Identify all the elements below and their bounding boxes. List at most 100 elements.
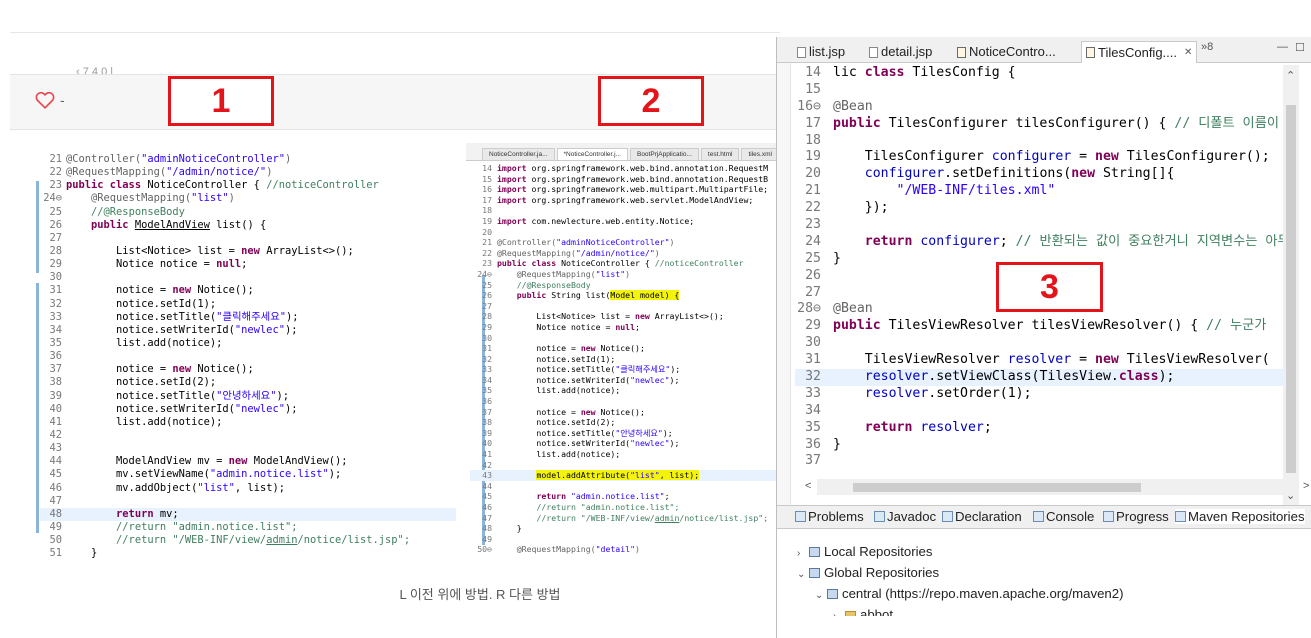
minimize-icon[interactable]: — (1277, 41, 1288, 53)
editor-horizontal-scrollbar[interactable]: < > (805, 479, 1309, 495)
code-text: @RequestMapping("/admin/notice/") (497, 247, 660, 258)
line-number: 35 (49, 336, 62, 349)
line-number: 50⊖ (477, 544, 492, 555)
eclipse-window: list.jsp detail.jsp NoticeContro... TilesCo… (776, 37, 1311, 638)
view-tab[interactable]: Console (1033, 509, 1094, 524)
line-number: 21 (805, 183, 821, 199)
code-text: List<Notice> list = new ArrayList<>(); (497, 311, 724, 322)
left-code-line: 49 //return "admin.notice.list"; (40, 521, 456, 534)
line-number: 30 (482, 332, 492, 343)
editor-tab[interactable]: list.jsp (797, 41, 845, 63)
middle-code-line: 18 (470, 205, 776, 216)
scroll-up-arrow-icon[interactable]: ⌃ (1286, 69, 1295, 82)
editor-tab[interactable]: TilesConfig.... ✕ (1081, 41, 1198, 64)
code-text: //return "admin.notice.list"; (536, 502, 680, 512)
progress-icon (1103, 511, 1114, 522)
editor-code-line: 15 (795, 82, 1283, 99)
middle-code-line: 26 public String list(Model model) { (470, 290, 776, 301)
scroll-thumb[interactable] (1286, 105, 1296, 473)
code-text: List<Notice> list = new ArrayList<>(); (66, 244, 354, 257)
middle-code-line: 36 (470, 396, 776, 407)
code-text: //@ResponseBody (91, 205, 185, 218)
tree-item-local[interactable]: › Local Repositories (777, 541, 1311, 562)
line-number: 51 (49, 547, 62, 560)
scroll-thumb[interactable] (853, 483, 1141, 492)
view-tab[interactable]: Problems (795, 509, 864, 524)
code-text: notice = new Notice(); (66, 284, 254, 297)
tab-overflow-button[interactable]: »8 (1201, 41, 1213, 53)
line-number: 38 (49, 376, 62, 389)
collapse-arrow-icon[interactable]: ⌄ (815, 585, 827, 606)
maximize-icon[interactable]: ☐ (1295, 41, 1305, 54)
line-number: 46 (482, 502, 492, 512)
line-number: 30 (805, 335, 821, 351)
middle-code-line: 32 notice.setId(1); (470, 354, 776, 365)
middle-code-line: 31 notice = new Notice(); (470, 343, 776, 354)
tree-item-central[interactable]: ⌄ central (https://repo.maven.apache.org/… (777, 583, 1311, 604)
scroll-right-arrow-icon[interactable]: > (1303, 480, 1309, 492)
code-text: notice.setId(2); (497, 417, 616, 428)
middle-code-line: 29 Notice notice = null; (470, 322, 776, 333)
editor-vertical-scrollbar[interactable]: ⌃ ⌄ (1283, 65, 1299, 513)
code-text: //@ResponseBody (516, 279, 591, 290)
left-code-line: 45 mv.setViewName("admin.notice.list"); (40, 468, 456, 481)
middle-code-line: 41 list.add(notice); (470, 449, 776, 460)
scroll-down-arrow-icon[interactable]: ⌄ (1286, 489, 1295, 502)
tree-item-abbot[interactable]: › abbot (777, 604, 1311, 616)
line-number: 27 (805, 284, 821, 300)
code-text: notice.setWriterId("newlec"); (497, 438, 680, 449)
like-count: - (60, 92, 65, 108)
code-text: @Controller("adminNoticeController") (66, 153, 292, 165)
editor-tab-bar: list.jsp detail.jsp NoticeContro... TilesCo… (777, 37, 1311, 63)
view-tab[interactable]: Progress (1103, 509, 1169, 524)
scroll-left-arrow-icon[interactable]: < (805, 480, 811, 492)
view-tab[interactable]: Javadoc (874, 509, 936, 524)
line-number: 41 (49, 415, 62, 428)
code-text: configurer.setDefinitions(new String[]{ (864, 166, 1175, 182)
left-code-line: 29 Notice notice = null; (40, 258, 456, 271)
editor-tab[interactable]: detail.jsp (869, 41, 932, 63)
line-number: 43 (482, 470, 492, 481)
close-icon[interactable]: ✕ (1184, 42, 1192, 64)
view-tab-label: Javadoc (887, 509, 937, 524)
line-number: 33 (482, 364, 492, 375)
editor-tab[interactable]: NoticeContro... (957, 41, 1056, 63)
left-code-line: 22 @RequestMapping("/admin/notice/") (40, 166, 456, 179)
middle-code-line: 17 import org.springframework.web.servlet… (470, 195, 776, 206)
code-text: TilesConfigurer configurer = new TilesCo… (833, 149, 1270, 165)
code-text: //return "/WEB-INF/view/admin/notice/lis… (536, 512, 769, 523)
line-number: 37 (49, 363, 62, 376)
line-number: 15 (482, 173, 492, 184)
line-number: 22 (482, 247, 492, 258)
line-number: 29 (482, 321, 492, 332)
editor-code-line: 16⊖ @Bean (795, 99, 1283, 116)
left-code-line: 40 notice.setWriterId("newlec"); (40, 403, 456, 416)
code-text: return "admin.notice.list"; (536, 491, 670, 502)
middle-code-line: 50⊖ @RequestMapping("detail") (470, 544, 776, 555)
heart-icon[interactable] (34, 89, 56, 111)
code-text: return resolver; (864, 419, 992, 435)
line-number: 39 (49, 389, 62, 402)
expand-arrow-icon[interactable]: › (797, 543, 809, 564)
code-text: notice.setTitle("클릭해주세요"); (66, 310, 299, 323)
tree-item-label: Local Repositories (824, 544, 933, 559)
code-text: public String list(Model model) { (516, 290, 680, 301)
line-number: 24⊖ (477, 268, 492, 279)
editor-tab-label: NoticeContro... (969, 44, 1056, 59)
view-tab[interactable]: Maven Repositories (1175, 509, 1305, 524)
code-text: list.add(notice); (497, 385, 621, 396)
editor-code-line: 23 (795, 217, 1283, 234)
jsp-file-icon (797, 46, 806, 58)
collapse-arrow-icon[interactable]: ⌄ (797, 564, 809, 585)
middle-code-line: 45 return "admin.notice.list"; (470, 491, 776, 502)
line-number: 18 (482, 205, 492, 216)
tree-item-global[interactable]: ⌄ Global Repositories (777, 562, 1311, 583)
expand-arrow-icon[interactable]: › (833, 606, 845, 616)
code-text: @RequestMapping("detail") (516, 544, 640, 555)
maven-icon (1175, 511, 1186, 522)
line-number: 27 (482, 300, 492, 311)
editor-code-line: 20 configurer.setDefinitions(new String[… (795, 166, 1283, 183)
view-tab[interactable]: Declaration (942, 509, 1022, 524)
code-text: import org.springframework.web.bind.anno… (497, 173, 769, 184)
middle-code-line: 44 (470, 481, 776, 492)
